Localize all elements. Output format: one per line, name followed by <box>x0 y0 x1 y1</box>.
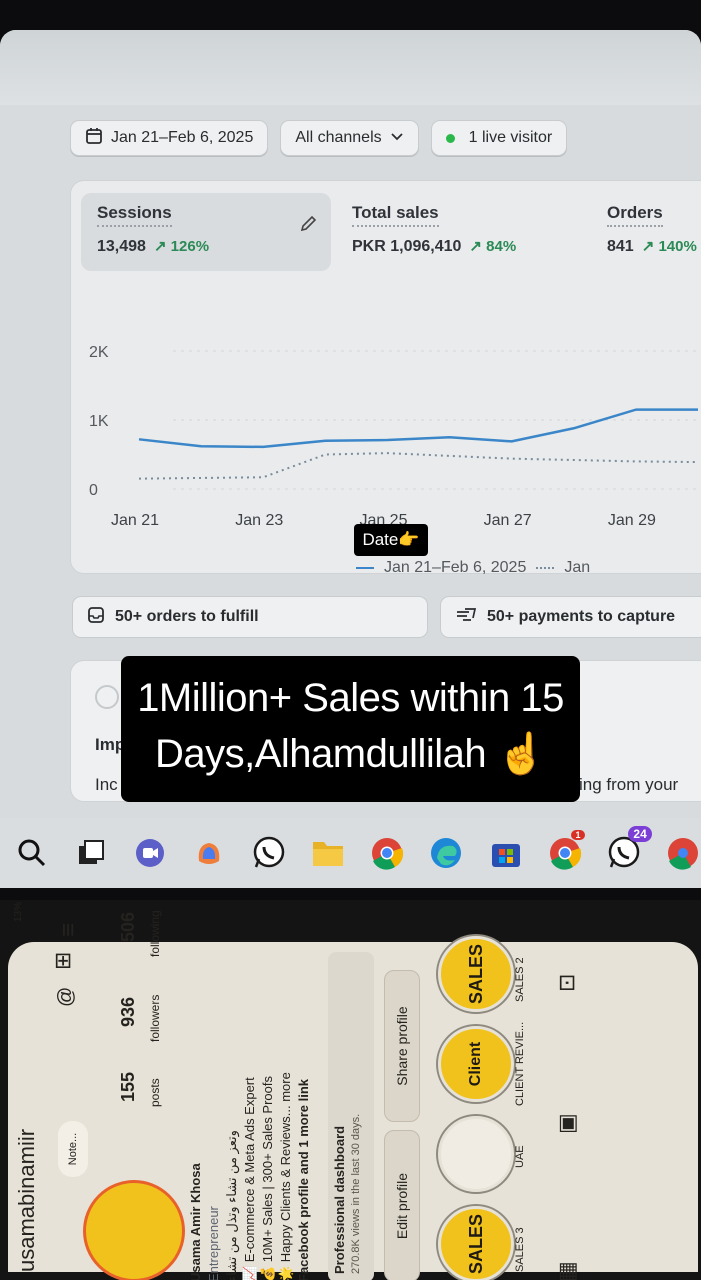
payment-icon <box>455 606 477 629</box>
series-line-solid <box>138 408 698 449</box>
followers-count[interactable]: 936 <box>118 997 139 1027</box>
x-tick-label: Jan 23 <box>235 512 283 529</box>
whatsapp-icon[interactable] <box>251 834 286 872</box>
avatar[interactable] <box>83 1180 185 1280</box>
legend-dotted-swatch <box>536 567 555 569</box>
live-visitor-button[interactable]: 1 live visitor <box>430 120 568 156</box>
browser-top-area <box>0 30 701 105</box>
setup-card-desc-right: ing from your <box>579 775 679 794</box>
note-bubble[interactable]: Note... <box>58 1121 88 1177</box>
phone-screen: usamabinamiir 13% ⊞ ≡ @ Note... 155 post… <box>8 902 698 1280</box>
task-view-icon[interactable] <box>73 834 108 872</box>
setup-card-desc: Inc <box>95 775 118 794</box>
pro-dashboard-sub: 270.8K views in the last 30 days. <box>350 1113 362 1274</box>
grid-tab-icon[interactable]: ▦ <box>554 1261 580 1280</box>
chrome-extra-icon[interactable] <box>666 834 701 872</box>
series-line-dotted <box>138 452 699 480</box>
channels-label: All channels <box>295 129 382 146</box>
bio-line-3[interactable]: 🌟 Happy Clients & Reviews... more <box>278 1072 294 1280</box>
channels-dropdown[interactable]: All channels <box>280 120 419 156</box>
chart-legend: Jan 21–Feb 6, 2025 Jan <box>356 559 590 577</box>
whatsapp-desktop-icon[interactable]: 24 <box>607 826 652 872</box>
edge-icon[interactable] <box>429 834 464 872</box>
chrome-icon[interactable] <box>370 834 405 872</box>
payments-to-capture-button[interactable]: 50+ payments to capture <box>440 596 701 638</box>
caption-line-2: Days,Alhamdullilah ☝ <box>154 732 547 776</box>
following-label: following <box>148 910 162 957</box>
legend-current: Jan 21–Feb 6, 2025 <box>384 559 527 576</box>
teams-meet-icon[interactable] <box>133 834 168 872</box>
orders-to-fulfill-label: 50+ orders to fulfill <box>115 608 259 625</box>
chrome-notification-badge: 1 <box>571 830 585 840</box>
tagged-tab-icon[interactable]: ⊡ <box>554 974 580 992</box>
add-post-icon[interactable]: ⊞ <box>50 952 76 970</box>
battery-status: 13% <box>13 901 24 922</box>
bio-line-2: 💰 10M+ Sales | 300+ Sales Proofs <box>260 1075 275 1280</box>
caption-line-1: 1Million+ Sales within 15 <box>137 676 564 720</box>
posts-count[interactable]: 155 <box>118 1072 139 1102</box>
bio-arabic: وتعز من تشاء وتذل من تشاء <box>224 1130 239 1280</box>
x-tick-label: Jan 27 <box>484 512 532 529</box>
search-icon[interactable] <box>14 834 49 872</box>
windows-taskbar: 1 24 <box>0 818 701 888</box>
inbox-icon <box>87 606 105 629</box>
date-range-button[interactable]: Jan 21–Feb 6, 2025 <box>70 120 269 156</box>
highlight-label: SALES 3 <box>514 1227 526 1272</box>
filter-bar: Jan 21–Feb 6, 2025 All channels 1 live v… <box>70 120 568 156</box>
y-tick-label: 2K <box>89 344 109 361</box>
share-profile-button[interactable]: Share profile <box>384 970 420 1122</box>
highlight-sales-2[interactable]: SALES <box>438 936 514 1012</box>
highlight-sales-3[interactable]: SALES <box>438 1206 514 1280</box>
legend-previous: Jan <box>564 559 591 576</box>
threads-icon[interactable]: @ <box>55 987 78 1007</box>
analytics-card: Sessions 13,498 ↗ 126% Total sales PKR 1,… <box>70 180 701 577</box>
file-explorer-icon[interactable] <box>310 834 345 872</box>
edit-profile-button[interactable]: Edit profile <box>384 1130 420 1280</box>
menu-icon[interactable]: ≡ <box>55 923 83 937</box>
posts-label: posts <box>148 1078 162 1107</box>
copilot-icon[interactable] <box>192 834 227 872</box>
orders-to-fulfill-button[interactable]: 50+ orders to fulfill <box>72 596 428 638</box>
profile-username[interactable]: usamabinamiir <box>14 1129 40 1272</box>
profile-name: Usama Amir Khosa <box>188 1163 203 1280</box>
microsoft-store-icon[interactable] <box>488 834 523 872</box>
live-visitor-label: 1 live visitor <box>468 129 553 146</box>
highlight-uae[interactable] <box>438 1116 514 1192</box>
checkbox-circle-icon[interactable] <box>95 685 119 709</box>
date-tag-overlay: Date👉 <box>354 524 428 556</box>
followers-label: followers <box>148 994 162 1042</box>
live-dot-icon <box>445 133 455 143</box>
legend-solid-swatch <box>356 567 374 569</box>
profile-category: Entrepreneur <box>206 1206 221 1280</box>
y-tick-label: 1K <box>89 413 109 430</box>
following-count[interactable]: 506 <box>118 912 139 942</box>
whatsapp-unread-badge: 24 <box>628 826 652 842</box>
highlight-label: UAE <box>514 1145 526 1168</box>
highlight-label: CLIENT REVIE... <box>514 1021 526 1106</box>
y-tick-label: 0 <box>89 482 98 499</box>
sessions-line-chart: 01K2KJan 21 Jan 23 Jan 25 Jan 27 Jan 29 <box>89 344 701 529</box>
calendar-icon <box>85 127 103 150</box>
x-tick-label: Jan 29 <box>608 512 656 529</box>
chevron-down-icon <box>390 129 404 147</box>
date-range-label: Jan 21–Feb 6, 2025 <box>111 129 254 146</box>
bio-links[interactable]: Facebook profile and 1 more link <box>296 1079 311 1280</box>
chrome-profile-icon[interactable]: 1 <box>547 830 585 872</box>
highlight-label: SALES 2 <box>514 957 526 1002</box>
highlight-client-reviews[interactable]: Client <box>438 1026 514 1102</box>
phone-photo: usamabinamiir 13% ⊞ ≡ @ Note... 155 post… <box>0 900 701 1280</box>
x-tick-label: Jan 21 <box>111 512 159 529</box>
bio-line-1: 📈 E-commerce & Meta Ads Expert <box>242 1077 257 1280</box>
story-caption: 1Million+ Sales within 15 Days,Alhamdull… <box>121 656 580 802</box>
reels-tab-icon[interactable]: ▣ <box>554 1113 580 1134</box>
payments-to-capture-label: 50+ payments to capture <box>487 608 676 625</box>
pro-dashboard-title: Professional dashboard <box>332 1125 347 1274</box>
